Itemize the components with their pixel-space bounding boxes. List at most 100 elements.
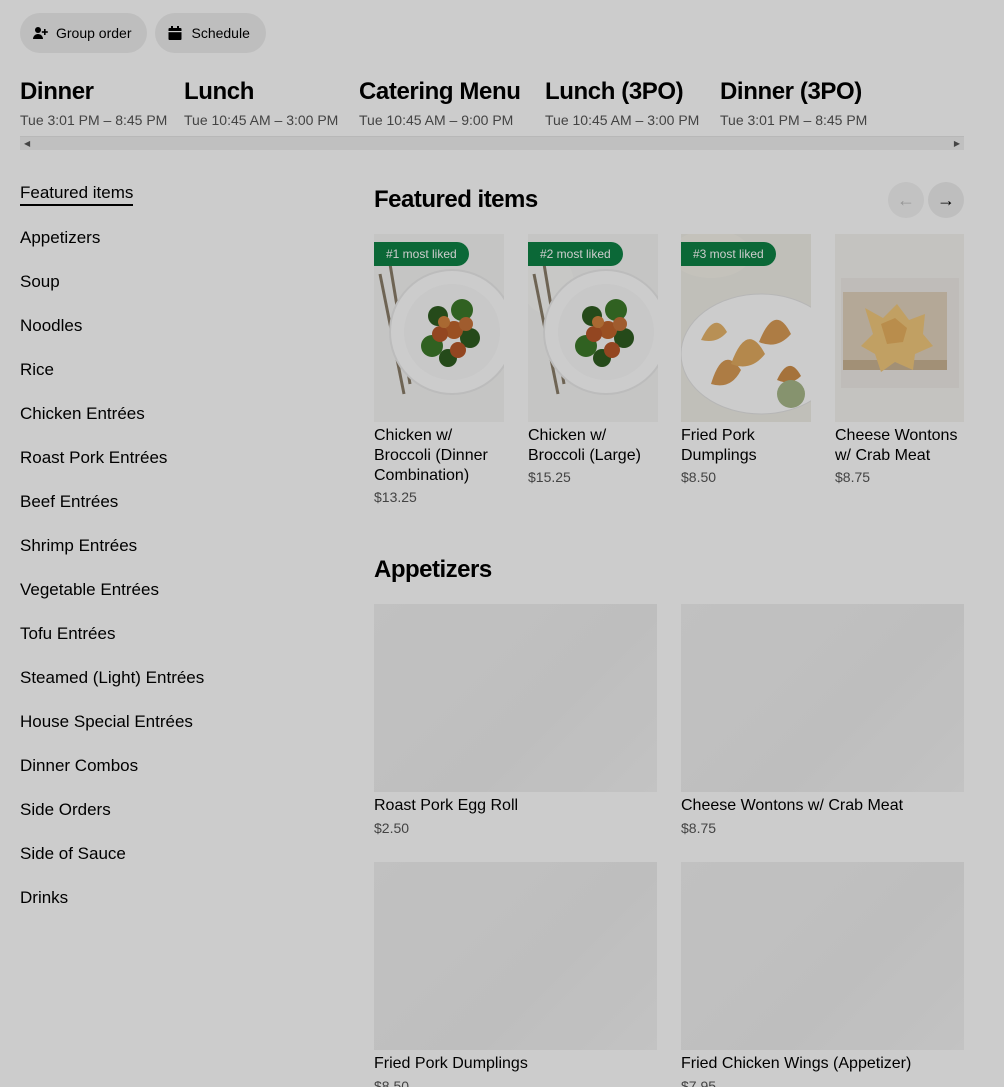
appetizers-section-title: Appetizers — [374, 556, 492, 583]
menu-tabs-scrollbar[interactable]: ◀ ▶ — [20, 136, 964, 150]
nav-item-house-special-entrees[interactable]: House Special Entrées — [20, 700, 320, 744]
item-name: Chicken w/ Broccoli (Large) — [528, 427, 641, 464]
featured-item-card[interactable]: Cheese Wontons w/ Crab Meat $8.75 — [835, 234, 964, 485]
food-image-cheese-wontons — [835, 234, 964, 422]
menu-tab-hours: Tue 10:45 AM – 9:00 PM — [359, 112, 514, 128]
scroll-left-arrow-icon[interactable]: ◀ — [24, 139, 30, 148]
menu-tab-lunch[interactable]: Lunch Tue 10:45 AM – 3:00 PM — [184, 76, 339, 136]
menu-item-card[interactable]: Fried Chicken Wings (Appetizer) $7.95 — [681, 862, 964, 1087]
nav-item-featured[interactable]: Featured items — [20, 172, 320, 216]
menu-tab-catering[interactable]: Catering Menu Tue 10:45 AM – 9:00 PM — [359, 76, 521, 136]
schedule-button[interactable]: Schedule — [155, 13, 266, 53]
item-price: $2.50 — [374, 820, 410, 836]
nav-item-label: Drinks — [20, 888, 69, 907]
arrow-right-icon: → — [937, 189, 955, 210]
top-actions: Group order Schedule — [20, 13, 266, 53]
item-name: Fried Chicken Wings (Appetizer) — [681, 1055, 912, 1072]
nav-item-steamed-entrees[interactable]: Steamed (Light) Entrées — [20, 656, 320, 700]
category-nav: Featured items Appetizers Soup Noodles R… — [20, 172, 320, 920]
nav-item-label: Tofu Entrées — [20, 624, 116, 643]
nav-item-label: Chicken Entrées — [20, 404, 145, 423]
nav-item-label: Rice — [20, 360, 55, 379]
item-name: Fried Pork Dumplings — [681, 427, 757, 464]
nav-item-label: Side Orders — [20, 800, 111, 819]
menu-item-card[interactable]: Cheese Wontons w/ Crab Meat $8.75 — [681, 604, 964, 836]
nav-item-shrimp-entrees[interactable]: Shrimp Entrées — [20, 524, 320, 568]
featured-section-title: Featured items — [374, 186, 538, 213]
nav-item-roast-pork-entrees[interactable]: Roast Pork Entrées — [20, 436, 320, 480]
nav-item-label: Shrimp Entrées — [20, 536, 138, 555]
nav-item-side-of-sauce[interactable]: Side of Sauce — [20, 832, 320, 876]
nav-item-label: Soup — [20, 272, 60, 291]
item-name: Fried Pork Dumplings — [374, 1055, 528, 1072]
featured-item-card[interactable]: #3 most liked Fried Pork Dumplings $8.50 — [681, 234, 811, 485]
nav-item-drinks[interactable]: Drinks — [20, 876, 320, 920]
nav-item-label: Vegetable Entrées — [20, 580, 159, 599]
featured-carousel: #1 most liked Chicken w/ Broccoli (Dinne… — [374, 234, 964, 524]
item-price: $8.75 — [835, 469, 871, 485]
group-order-button[interactable]: Group order — [20, 13, 148, 53]
item-price: $7.95 — [681, 1078, 717, 1087]
item-price: $8.50 — [681, 469, 717, 485]
menu-tab-dinner-3po[interactable]: Dinner (3PO) Tue 3:01 PM – 8:45 PM — [720, 76, 870, 136]
menu-item-card[interactable]: Roast Pork Egg Roll $2.50 — [374, 604, 657, 836]
carousel-next-button[interactable]: → — [928, 182, 964, 218]
nav-item-label: Side of Sauce — [20, 844, 126, 863]
menu-tabs: Dinner Tue 3:01 PM – 8:45 PM Lunch Tue 1… — [20, 76, 964, 144]
nav-item-tofu-entrees[interactable]: Tofu Entrées — [20, 612, 320, 656]
food-image-placeholder — [681, 862, 964, 1050]
menu-tab-hours: Tue 3:01 PM – 8:45 PM — [20, 112, 168, 128]
menu-tab-lunch-3po[interactable]: Lunch (3PO) Tue 10:45 AM – 3:00 PM — [545, 76, 700, 136]
item-name: Cheese Wontons w/ Crab Meat — [681, 797, 904, 814]
food-image-chicken-broccoli: #1 most liked — [374, 234, 504, 422]
schedule-label: Schedule — [191, 25, 250, 41]
item-price: $15.25 — [528, 469, 571, 485]
nav-item-label: House Special Entrées — [20, 712, 193, 731]
featured-item-card[interactable]: #1 most liked Chicken w/ Broccoli (Dinne… — [374, 234, 504, 505]
nav-item-label: Dinner Combos — [20, 756, 139, 775]
nav-item-dinner-combos[interactable]: Dinner Combos — [20, 744, 320, 788]
nav-item-side-orders[interactable]: Side Orders — [20, 788, 320, 832]
menu-tab-title: Dinner (3PO) — [720, 78, 862, 105]
item-name: Roast Pork Egg Roll — [374, 797, 519, 814]
add-person-icon — [32, 25, 48, 41]
menu-tab-hours: Tue 3:01 PM – 8:45 PM — [720, 112, 868, 128]
nav-item-label: Beef Entrées — [20, 492, 119, 511]
menu-tab-hours: Tue 10:45 AM – 3:00 PM — [545, 112, 700, 128]
item-price: $8.50 — [374, 1078, 410, 1087]
food-image-placeholder — [374, 862, 657, 1050]
menu-tab-title: Dinner — [20, 78, 94, 105]
food-image-dumplings: #3 most liked — [681, 234, 811, 422]
most-liked-badge: #1 most liked — [374, 242, 469, 266]
nav-item-label: Featured items — [20, 183, 134, 206]
menu-item-card[interactable]: Fried Pork Dumplings $8.50 — [374, 862, 657, 1087]
item-price: $13.25 — [374, 489, 417, 505]
food-image-placeholder — [374, 604, 657, 792]
nav-item-label: Roast Pork Entrées — [20, 448, 168, 467]
menu-tab-title: Catering Menu — [359, 78, 521, 105]
arrow-left-icon: ← — [897, 189, 915, 210]
item-price: $8.75 — [681, 820, 717, 836]
scrollbar-thumb[interactable] — [34, 140, 950, 148]
carousel-prev-button[interactable]: ← — [888, 182, 924, 218]
nav-item-beef-entrees[interactable]: Beef Entrées — [20, 480, 320, 524]
nav-item-soup[interactable]: Soup — [20, 260, 320, 304]
scroll-right-arrow-icon[interactable]: ▶ — [954, 139, 960, 148]
menu-tab-dinner[interactable]: Dinner Tue 3:01 PM – 8:45 PM — [20, 76, 168, 144]
item-name: Chicken w/ Broccoli (Dinner Combination) — [374, 427, 488, 484]
food-image-placeholder — [681, 604, 964, 792]
nav-item-chicken-entrees[interactable]: Chicken Entrées — [20, 392, 320, 436]
nav-item-label: Appetizers — [20, 228, 101, 247]
most-liked-badge: #2 most liked — [528, 242, 623, 266]
nav-item-noodles[interactable]: Noodles — [20, 304, 320, 348]
menu-tab-title: Lunch — [184, 78, 254, 105]
featured-item-card[interactable]: #2 most liked Chicken w/ Broccoli (Large… — [528, 234, 658, 485]
group-order-label: Group order — [56, 25, 132, 41]
menu-tab-hours: Tue 10:45 AM – 3:00 PM — [184, 112, 339, 128]
most-liked-badge: #3 most liked — [681, 242, 776, 266]
food-image-chicken-broccoli: #2 most liked — [528, 234, 658, 422]
calendar-icon — [167, 25, 183, 41]
nav-item-appetizers[interactable]: Appetizers — [20, 216, 320, 260]
nav-item-vegetable-entrees[interactable]: Vegetable Entrées — [20, 568, 320, 612]
nav-item-rice[interactable]: Rice — [20, 348, 320, 392]
